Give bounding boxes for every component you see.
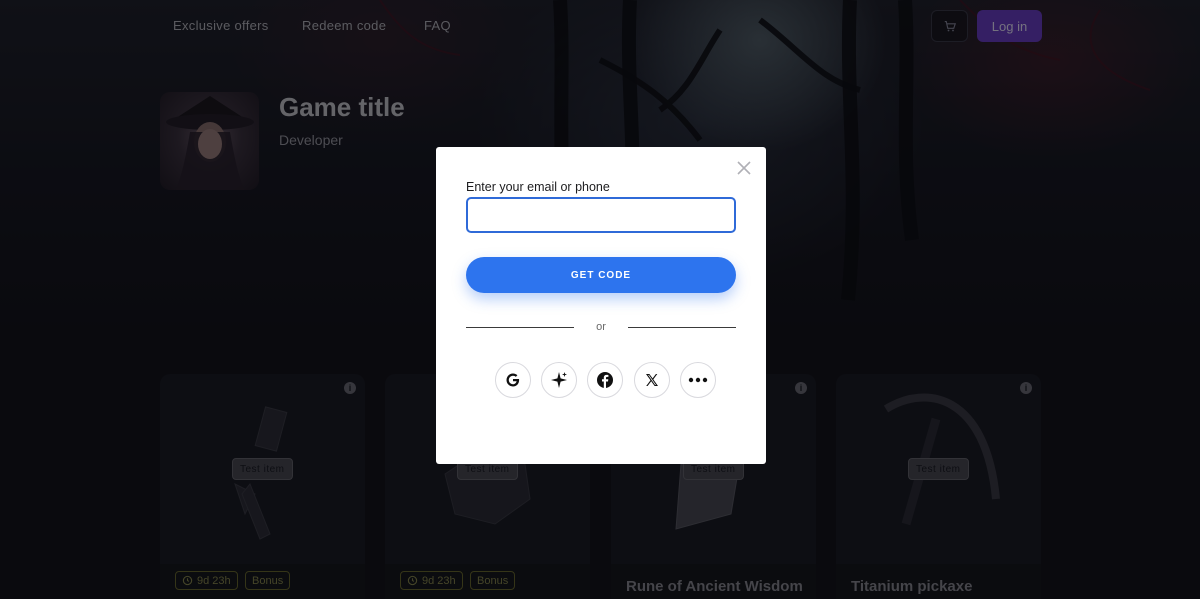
google-icon [506,373,520,387]
ai-login-button[interactable] [541,362,577,398]
email-phone-label: Enter your email or phone [466,180,610,194]
login-modal: Enter your email or phone GET CODE or [436,147,766,464]
page: Exclusive offers Redeem code FAQ Log in … [0,0,1200,599]
google-login-button[interactable] [495,362,531,398]
x-login-button[interactable] [634,362,670,398]
email-phone-input[interactable] [466,197,736,233]
close-icon[interactable] [735,159,753,177]
divider-right [628,327,736,328]
divider-or: or [596,321,606,333]
facebook-login-button[interactable] [587,362,623,398]
more-icon [688,377,708,383]
divider-left [466,327,574,328]
get-code-button[interactable]: GET CODE [466,257,736,293]
x-icon [646,374,658,386]
facebook-icon [597,372,613,388]
sparkle-icon [551,372,567,388]
more-options-button[interactable] [680,362,716,398]
